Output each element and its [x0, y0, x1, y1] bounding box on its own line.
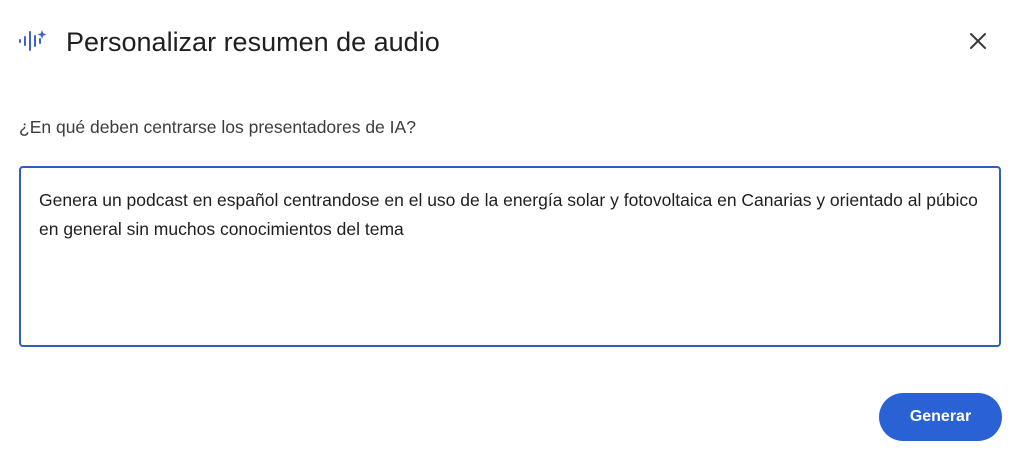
dialog-title: Personalizar resumen de audio	[66, 27, 440, 57]
focus-question-label: ¿En qué deben centrarse los presentadore…	[19, 117, 416, 137]
audio-spark-icon	[18, 28, 48, 54]
generate-button[interactable]: Generar	[879, 393, 1002, 441]
focus-prompt-textarea[interactable]: Genera un podcast en español centrandose…	[19, 166, 1001, 347]
customize-audio-dialog: Personalizar resumen de audio ¿En qué de…	[0, 0, 1024, 463]
focus-prompt-value[interactable]: Genera un podcast en español centrandose…	[39, 186, 979, 244]
close-button[interactable]	[960, 24, 996, 60]
close-icon	[968, 31, 988, 54]
